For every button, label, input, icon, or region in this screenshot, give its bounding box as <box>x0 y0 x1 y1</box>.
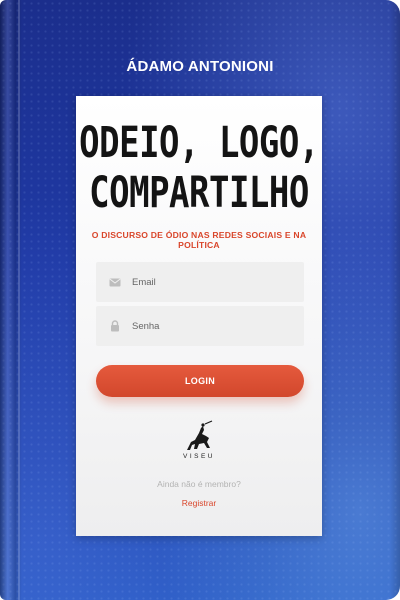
book-title: ODEIO, LOGO, COMPARTILHO <box>76 118 322 218</box>
login-card: ODEIO, LOGO, COMPARTILHO O DISCURSO DE Ó… <box>76 96 322 536</box>
publisher-name: VISEU <box>182 453 215 460</box>
spine-line <box>18 0 20 600</box>
email-field[interactable]: Email <box>96 262 304 302</box>
email-placeholder: Email <box>132 276 156 288</box>
lock-icon <box>108 319 122 333</box>
title-line-1: ODEIO, LOGO, <box>79 118 319 168</box>
book-cover: ÁDAMO ANTONIONI ODEIO, LOGO, COMPARTILHO… <box>0 0 400 600</box>
member-prompt: Ainda não é membro? <box>157 479 241 489</box>
book-subtitle: O DISCURSO DE ÓDIO NAS REDES SOCIAIS E N… <box>91 230 307 250</box>
title-line-2: COMPARTILHO <box>89 168 309 218</box>
password-field[interactable]: Senha <box>96 306 304 346</box>
envelope-icon <box>108 275 122 289</box>
login-button[interactable]: LOGIN <box>96 365 304 397</box>
register-link[interactable]: Registrar <box>76 498 322 508</box>
password-placeholder: Senha <box>132 320 160 332</box>
edge-shade <box>390 0 400 600</box>
knight-logo-icon <box>187 420 213 450</box>
author-name: ÁDAMO ANTONIONI <box>126 58 274 75</box>
